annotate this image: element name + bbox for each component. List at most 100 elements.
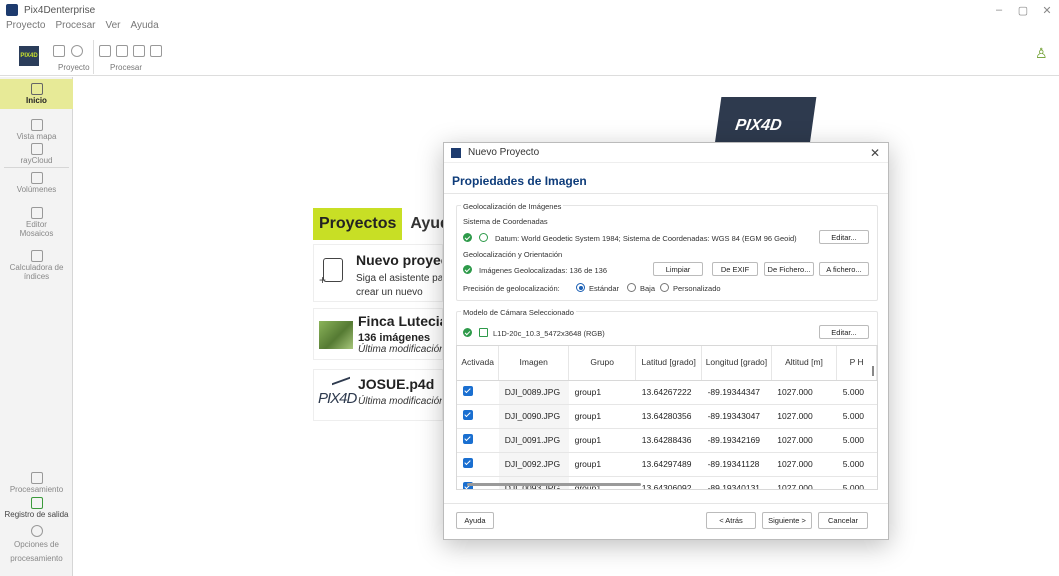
help-button[interactable]: Ayuda bbox=[456, 512, 494, 529]
cell-altitud: 1027.000 bbox=[771, 428, 837, 453]
col-activada[interactable]: Activada bbox=[457, 346, 500, 381]
back-button[interactable]: < Atrás bbox=[706, 512, 756, 529]
sidebar-item-calculadora[interactable]: Calculadora de índices bbox=[0, 250, 73, 281]
col-longitud[interactable]: Longitud [grado] bbox=[701, 346, 772, 381]
sidebar-item-volumenes[interactable]: Volúmenes bbox=[0, 172, 73, 194]
brand-logo-text: PIX4D bbox=[734, 117, 783, 134]
sidebar-item-registro[interactable]: Registro de salida bbox=[0, 497, 73, 519]
cell-altitud: 1027.000 bbox=[771, 452, 837, 477]
edit-coords-button[interactable]: Editar... bbox=[819, 230, 869, 244]
sidebar-item-editor-mosaicos[interactable]: Editor Mosaicos bbox=[0, 207, 73, 238]
sidebar-item-label: Vista mapa bbox=[16, 132, 57, 141]
sidebar-item-opciones[interactable]: Opciones de procesamiento bbox=[0, 525, 73, 566]
table-row[interactable]: DJI_0090.JPG group1 13.64280356 -89.1934304… bbox=[457, 404, 877, 429]
menu-ayuda[interactable]: Ayuda bbox=[131, 20, 159, 34]
activated-checkbox[interactable] bbox=[463, 458, 473, 468]
horizontal-scrollbar[interactable] bbox=[467, 483, 641, 486]
new-project-card[interactable]: Nuevo proyecto Siga el asistente para cr… bbox=[313, 244, 443, 302]
radio-estandar[interactable] bbox=[576, 283, 585, 292]
cell-altitud: 1027.000 bbox=[771, 476, 837, 489]
user-icon[interactable]: ♙ bbox=[1035, 46, 1049, 60]
processing-icon bbox=[30, 472, 43, 484]
sidebar-divider bbox=[4, 167, 69, 168]
radio-baja[interactable] bbox=[627, 283, 636, 292]
sidebar-item-procesamiento[interactable]: Procesamiento bbox=[0, 472, 73, 494]
cell-precision: 5.000 bbox=[836, 404, 877, 429]
open-project-icon[interactable] bbox=[53, 45, 65, 57]
sidebar-item-label: Editor Mosaicos bbox=[19, 220, 54, 238]
menu-bar: Proyecto Procesar Ver Ayuda bbox=[0, 20, 159, 34]
cell-grupo: group1 bbox=[568, 380, 636, 405]
table-header-row: Activada Imagen Grupo Latitud [grado] Lo… bbox=[457, 346, 877, 381]
sidebar-item-label: Opciones de procesamiento bbox=[10, 540, 63, 563]
vertical-scrollbar[interactable] bbox=[872, 366, 874, 376]
cell-grupo: group1 bbox=[568, 404, 636, 429]
row-activated-cell[interactable] bbox=[457, 452, 499, 477]
start-processing-icon[interactable] bbox=[150, 45, 162, 57]
col-latitud[interactable]: Latitud [grado] bbox=[635, 346, 703, 381]
maximize-button[interactable]: ▢ bbox=[1011, 0, 1035, 20]
sidebar-item-label: rayCloud bbox=[20, 156, 53, 165]
table-row[interactable]: DJI_0092.JPG group1 13.64297489 -89.1934112… bbox=[457, 452, 877, 477]
project-name: JOSUE.p4d bbox=[358, 376, 435, 392]
project-card-josue[interactable]: PIX4D JOSUE.p4d Última modificación: bbox=[313, 369, 443, 421]
minimize-button[interactable]: – bbox=[987, 0, 1011, 20]
radio-personalizado-label: Personalizado bbox=[673, 284, 721, 293]
cell-precision: 5.000 bbox=[836, 452, 877, 477]
step3-icon[interactable] bbox=[133, 45, 145, 57]
table-row[interactable]: DJI_0091.JPG group1 13.64288436 -89.1934216… bbox=[457, 428, 877, 453]
cell-longitud: -89.19341128 bbox=[701, 452, 772, 477]
dialog-app-icon bbox=[451, 147, 461, 158]
from-exif-button[interactable]: De EXIF bbox=[712, 262, 758, 276]
to-file-button[interactable]: A fichero... bbox=[819, 262, 869, 276]
activated-checkbox[interactable] bbox=[463, 434, 473, 444]
close-icon[interactable]: ✕ bbox=[870, 146, 880, 160]
new-project-title: Nuevo proyecto bbox=[356, 252, 442, 268]
project-card-finca[interactable]: Finca Lutecia 136 imágenes Última modifi… bbox=[313, 308, 443, 360]
col-precision[interactable]: P H bbox=[836, 346, 877, 381]
sidebar-item-vista-mapa[interactable]: Vista mapa bbox=[0, 119, 73, 141]
mosaic-editor-icon bbox=[30, 207, 43, 219]
cell-latitud: 13.64288436 bbox=[635, 428, 702, 453]
menu-procesar[interactable]: Procesar bbox=[55, 20, 95, 34]
menu-proyecto[interactable]: Proyecto bbox=[6, 20, 45, 34]
cell-imagen: DJI_0089.JPG bbox=[498, 380, 569, 405]
col-imagen[interactable]: Imagen bbox=[498, 346, 570, 381]
camera-group-label: Modelo de Cámara Seleccionado bbox=[461, 308, 576, 317]
cell-altitud: 1027.000 bbox=[771, 380, 837, 405]
menu-ver[interactable]: Ver bbox=[105, 20, 120, 34]
close-window-button[interactable]: ✕ bbox=[1035, 0, 1059, 20]
table-row[interactable]: DJI_0089.JPG group1 13.64267222 -89.1934434… bbox=[457, 380, 877, 405]
home-icon bbox=[30, 83, 43, 95]
edit-camera-button[interactable]: Editar... bbox=[819, 325, 869, 339]
cell-latitud: 13.64297489 bbox=[635, 452, 702, 477]
from-file-button[interactable]: De Fichero... bbox=[764, 262, 814, 276]
project-image-count: 136 imágenes bbox=[358, 332, 431, 344]
cancel-button[interactable]: Cancelar bbox=[818, 512, 868, 529]
geo-images-text: Imágenes Geolocalizadas: 136 de 136 bbox=[479, 266, 608, 275]
sidebar-item-label: Calculadora de índices bbox=[9, 263, 64, 281]
activated-checkbox[interactable] bbox=[463, 386, 473, 396]
step1-icon[interactable] bbox=[99, 45, 111, 57]
dialog-divider bbox=[444, 193, 888, 194]
cell-latitud: 13.64306092 bbox=[635, 476, 702, 489]
next-button[interactable]: Siguiente > bbox=[762, 512, 812, 529]
sidebar-item-label: Inicio bbox=[26, 96, 47, 105]
col-grupo[interactable]: Grupo bbox=[568, 346, 637, 381]
row-activated-cell[interactable] bbox=[457, 380, 499, 405]
sidebar-item-raycloud[interactable]: rayCloud bbox=[0, 143, 73, 165]
clear-button[interactable]: Limpiar bbox=[653, 262, 703, 276]
step2-icon[interactable] bbox=[116, 45, 128, 57]
activated-checkbox[interactable] bbox=[463, 410, 473, 420]
col-altitud[interactable]: Altitud [m] bbox=[771, 346, 838, 381]
radio-personalizado[interactable] bbox=[660, 283, 669, 292]
target-icon[interactable] bbox=[71, 45, 83, 57]
row-activated-cell[interactable] bbox=[457, 428, 499, 453]
sidebar-item-inicio[interactable]: Inicio bbox=[0, 79, 73, 109]
volume-icon bbox=[30, 172, 43, 184]
tab-proyectos[interactable]: Proyectos bbox=[313, 208, 403, 240]
window-title: Pix4Denterprise bbox=[24, 4, 96, 16]
pix4d-project-logo: PIX4D bbox=[318, 390, 357, 407]
row-activated-cell[interactable] bbox=[457, 404, 499, 429]
cell-altitud: 1027.000 bbox=[771, 404, 837, 429]
